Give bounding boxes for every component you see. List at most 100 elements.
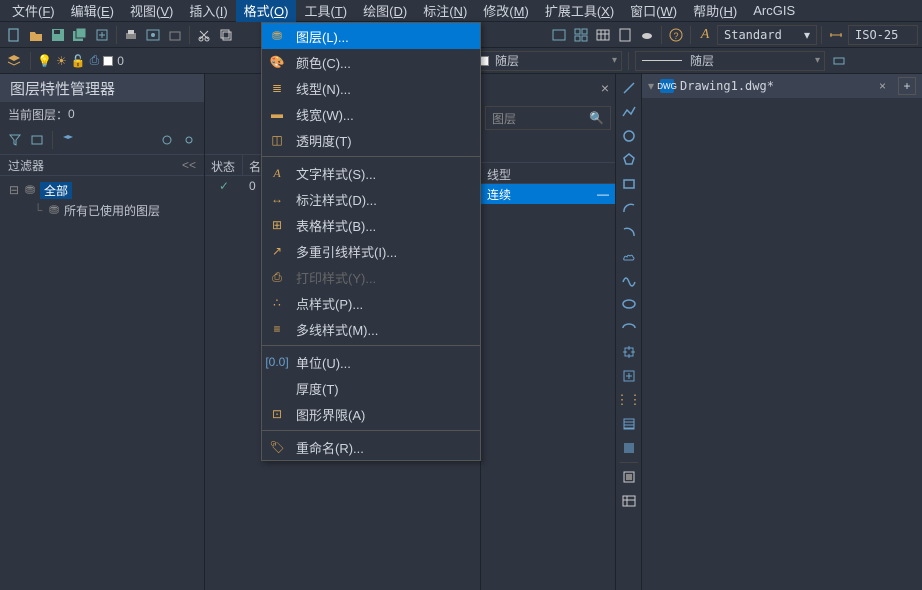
menu-units[interactable]: [0.0] 单位(U)...	[262, 349, 480, 375]
menu-arcgis[interactable]: ArcGIS	[745, 1, 803, 20]
menu-mlinestyle[interactable]: ≡ 多线样式(M)...	[262, 316, 480, 342]
line-icon[interactable]	[619, 78, 639, 98]
print-icon[interactable]	[121, 25, 141, 45]
spline-icon[interactable]	[619, 270, 639, 290]
window-icon[interactable]	[549, 25, 569, 45]
layer-search-input[interactable]: 图层 🔍	[485, 106, 611, 130]
menu-window[interactable]: 窗口(W)	[622, 0, 685, 22]
expand-icon[interactable]: ▾	[648, 79, 654, 93]
menu-transparency[interactable]: ◫ 透明度(T)	[262, 127, 480, 153]
copy-icon[interactable]	[216, 25, 236, 45]
hatch-icon[interactable]	[619, 414, 639, 434]
menu-dimstyle[interactable]: ↔ 标注样式(D)...	[262, 186, 480, 212]
gradient-icon[interactable]	[619, 438, 639, 458]
linetype-combo[interactable]: 随层	[635, 51, 825, 71]
layerstate-icon[interactable]	[59, 131, 77, 149]
polygon-icon[interactable]	[619, 150, 639, 170]
menu-color[interactable]: 🎨 颜色(C)...	[262, 49, 480, 75]
block-icon[interactable]	[619, 342, 639, 362]
menu-file[interactable]: 文件(F)	[4, 0, 63, 22]
new-tab-icon[interactable]: +	[898, 77, 916, 95]
export-icon[interactable]	[92, 25, 112, 45]
region-icon[interactable]	[619, 467, 639, 487]
new-filter-icon[interactable]	[6, 131, 24, 149]
cut-icon[interactable]	[194, 25, 214, 45]
menu-help[interactable]: 帮助(H)	[685, 0, 745, 22]
props-icon[interactable]	[615, 25, 635, 45]
svg-text:?: ?	[673, 31, 678, 41]
menu-textstyle[interactable]: A 文字样式(S)...	[262, 160, 480, 186]
save-icon[interactable]	[48, 25, 68, 45]
arc2-icon[interactable]	[619, 222, 639, 242]
cloud-icon[interactable]	[637, 25, 657, 45]
preview-icon[interactable]	[143, 25, 163, 45]
layer-properties-panel: 图层特性管理器 当前图层：0 过滤器 << ⊟ ⛃ 全部 └ ⛃	[0, 74, 205, 590]
ellipse-icon[interactable]	[619, 294, 639, 314]
new-group-icon[interactable]	[28, 131, 46, 149]
revcloud-icon[interactable]	[619, 246, 639, 266]
refresh-icon[interactable]	[158, 131, 176, 149]
new-icon[interactable]	[4, 25, 24, 45]
arc-icon[interactable]	[619, 198, 639, 218]
polyline-icon[interactable]	[619, 102, 639, 122]
settings-icon[interactable]	[180, 131, 198, 149]
menu-tablestyle[interactable]: ⊞ 表格样式(B)...	[262, 212, 480, 238]
textstyle-combo[interactable]: Standard▾	[717, 25, 817, 45]
tree-child[interactable]: └ ⛃ 所有已使用的图层	[8, 200, 196, 220]
point-icon[interactable]: ⋮⋮	[619, 390, 639, 410]
saveall-icon[interactable]	[70, 25, 90, 45]
menu-limits[interactable]: ⊡ 图形界限(A)	[262, 401, 480, 427]
col-status[interactable]: 状态	[205, 155, 243, 175]
menu-ext[interactable]: 扩展工具(X)	[537, 0, 622, 22]
menu-rename[interactable]: 🏷 重命名(R)...	[262, 434, 480, 460]
menu-tools[interactable]: 工具(T)	[296, 0, 355, 22]
menu-linetype[interactable]: ≣ 线型(N)...	[262, 75, 480, 101]
grid-icon[interactable]	[571, 25, 591, 45]
open-icon[interactable]	[26, 25, 46, 45]
col-linetype[interactable]: 线型	[481, 163, 517, 183]
menu-pointstyle[interactable]: ∴ 点样式(P)...	[262, 290, 480, 316]
menu-dimension[interactable]: 标注(N)	[415, 0, 475, 22]
dimstyle-icon[interactable]	[826, 25, 846, 45]
menu-modify[interactable]: 修改(M)	[475, 0, 537, 22]
drawing-canvas[interactable]	[642, 98, 922, 590]
dim-icon: ↔	[268, 190, 286, 208]
menu-edit[interactable]: 编辑(E)	[63, 0, 122, 22]
rectangle-icon[interactable]	[619, 174, 639, 194]
plotstyle-icon: ⎙	[268, 268, 286, 286]
table-icon[interactable]	[593, 25, 613, 45]
menu-layer[interactable]: ⛃ 图层(L)...	[262, 23, 480, 49]
circle-icon[interactable]	[619, 126, 639, 146]
help-icon[interactable]: ?	[666, 25, 686, 45]
menu-thickness[interactable]: 厚度(T)	[262, 375, 480, 401]
color-combo[interactable]: 随层	[472, 51, 622, 71]
text-icon: A	[268, 164, 286, 182]
ellipsearc-icon[interactable]	[619, 318, 639, 338]
collapse-button[interactable]: <<	[182, 158, 196, 172]
ltype-row[interactable]: 连续 —	[481, 184, 615, 204]
tab-close-icon[interactable]: ×	[879, 79, 886, 93]
menu-lineweight[interactable]: ▬ 线宽(W)...	[262, 101, 480, 127]
close-icon[interactable]: ×	[601, 80, 609, 96]
layer-status-icons: 💡 ☀ 🔓 ⎙ 0	[37, 53, 124, 68]
transparency-icon: ◫	[268, 131, 286, 149]
tree-root[interactable]: ⊟ ⛃ 全部	[8, 180, 196, 200]
dimstyle-combo[interactable]: ISO-25	[848, 25, 918, 45]
menu-draw[interactable]: 绘图(D)	[355, 0, 415, 22]
menu-insert[interactable]: 插入(I)	[181, 0, 235, 22]
pointstyle-icon: ∴	[268, 294, 286, 312]
insert-icon[interactable]	[619, 366, 639, 386]
filter-tree: ⊟ ⛃ 全部 └ ⛃ 所有已使用的图层	[0, 176, 204, 224]
linetype-extra-icon[interactable]	[829, 51, 849, 71]
filter-icon: ⛃	[24, 183, 36, 197]
textstyle-icon[interactable]: A	[695, 25, 715, 45]
layerprops-icon[interactable]	[4, 51, 24, 71]
menu-view[interactable]: 视图(V)	[122, 0, 181, 22]
table2-icon[interactable]	[619, 491, 639, 511]
ltype-header: 线型	[481, 162, 615, 184]
document-tab[interactable]: ▾ DWG Drawing1.dwg* × +	[642, 74, 922, 98]
menu-format[interactable]: 格式(O)	[236, 0, 297, 22]
layer-name: 0	[117, 54, 124, 68]
publish-icon[interactable]	[165, 25, 185, 45]
menu-mleaderstyle[interactable]: ↗ 多重引线样式(I)...	[262, 238, 480, 264]
